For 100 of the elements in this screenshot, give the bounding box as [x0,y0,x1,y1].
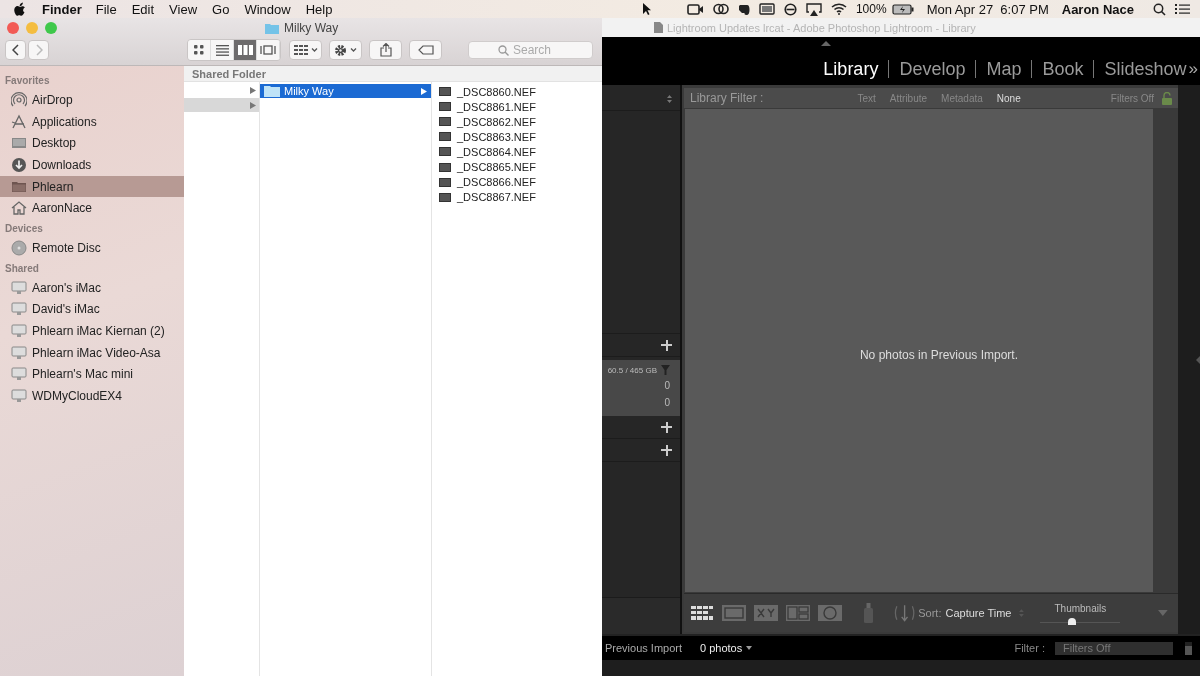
sidebar-item[interactable]: David's iMac [0,298,184,321]
slider-thumb[interactable] [1068,618,1077,625]
count-label: 0 [664,397,670,410]
airdrop-icon [11,91,27,108]
circle-slash-icon[interactable] [783,2,797,16]
sort-dropdown[interactable]: Capture Time [945,607,1012,619]
sidebar-label: Phlearn [32,179,74,194]
file-row[interactable]: _DSC8866.NEF [432,174,602,190]
file-name: _DSC8865.NEF [457,161,536,173]
module-tab[interactable]: Book [1031,60,1094,78]
disclosure-triangle-icon [421,87,427,95]
module-tab[interactable]: Map [975,60,1032,78]
image-file-icon [439,117,451,127]
menu-item[interactable]: Edit [131,1,155,17]
column-view-button[interactable] [234,40,257,60]
menu-item[interactable]: Help [305,1,333,17]
sidebar-item[interactable]: Desktop [0,132,184,155]
sidebar-item[interactable]: Downloads [0,154,184,176]
sidebar-label: Phlearn iMac Video-Asa [32,345,161,360]
list-icon [215,44,229,56]
caret-icon[interactable] [746,646,753,650]
file-row[interactable]: _DSC8867.NEF [432,189,602,205]
disk-usage: 60.5 / 465 GB [607,365,657,375]
image-file-icon [439,192,451,202]
video-camera-icon[interactable] [686,3,704,15]
sidebar-heading: Devices [4,222,44,237]
sidebar-item[interactable]: Applications [0,110,184,133]
sidebar-item[interactable]: AirDrop [0,89,184,111]
search-icon[interactable] [1153,2,1166,16]
share-button[interactable] [369,40,402,60]
module-tab[interactable]: Develop [888,60,976,78]
sort-order-icon[interactable] [893,604,917,622]
menu-item[interactable]: Window [244,1,291,17]
sidebar-item[interactable]: Remote Disc [0,237,184,259]
sidebar-label: Desktop [32,136,77,151]
sidebar-item[interactable]: Phlearn iMac Video-Asa [0,341,184,364]
file-name: _DSC8861.NEF [457,100,536,113]
cover-flow-button[interactable] [257,40,280,60]
airplay-icon[interactable] [805,2,822,16]
photo-count-dropdown[interactable]: 0 photos [700,642,743,654]
folder-row[interactable]: Milky Way [260,84,431,98]
applications-icon [11,113,27,130]
survey-icon [787,606,809,620]
list-view-button[interactable] [211,40,234,60]
file-row[interactable]: _DSC8861.NEF [432,99,602,115]
sidebar-item[interactable]: Aaron's iMac [0,276,184,299]
cover-flow-icon [260,45,276,55]
wifi-icon[interactable] [830,3,847,15]
search-field[interactable]: Search [468,41,593,59]
arrange-button[interactable] [289,40,322,60]
menu-clock[interactable]: Mon Apr 27 6:07 PM [926,1,1049,17]
grid-icon [691,606,713,620]
back-button[interactable] [5,40,26,60]
folder-name: Milky Way [284,85,335,97]
menu-item[interactable]: View [169,1,198,17]
panel-icon[interactable] [1185,641,1192,655]
forward-icon [34,44,43,56]
gear-icon [333,43,358,57]
window-icon[interactable] [758,3,775,15]
file-row[interactable]: _DSC8860.NEF [432,84,602,100]
close-button[interactable] [7,22,19,34]
menu-item[interactable]: Go [212,1,230,17]
image-file-icon [439,177,451,187]
thumbnails-label: Thumbnails [1054,603,1107,614]
sidebar-item[interactable]: Phlearn's Mac mini [0,363,184,386]
file-name: _DSC8862.NEF [457,115,536,128]
sort-arrows-icon[interactable] [667,95,672,103]
file-row[interactable]: _DSC8862.NEF [432,114,602,130]
user-name[interactable]: Aaron Nace [1061,1,1134,17]
collapse-arrow-icon[interactable] [821,41,831,46]
list-icon[interactable] [1175,3,1190,15]
module-tab[interactable]: Library [813,60,889,78]
apple-icon[interactable] [14,2,26,16]
document-icon [654,22,663,33]
action-button[interactable] [329,40,362,60]
grid-view-button[interactable] [690,605,714,621]
back-icon [11,44,20,56]
rings-icon[interactable] [712,3,729,15]
menu-item[interactable]: Finder [42,1,82,17]
tag-button[interactable] [409,40,442,60]
sidebar-item[interactable]: WDMyCloudEX4 [0,385,184,407]
battery-icon[interactable] [891,3,914,15]
sidebar-label: Aaron's iMac [32,280,101,295]
icon-view-button[interactable] [188,40,211,60]
filter-tab[interactable]: None [996,92,1021,104]
menu-item[interactable]: File [95,1,117,17]
filmstrip-source[interactable]: Previous Import [605,642,683,654]
sidebar-item[interactable]: AaronNace [0,197,184,220]
file-row[interactable]: _DSC8865.NEF [432,159,602,175]
sidebar-item[interactable]: Phlearn [0,175,184,198]
file-row[interactable]: _DSC8863.NEF [432,129,602,145]
window-title: Milky Way [284,21,339,35]
more-modules-button[interactable]: » [1188,59,1200,79]
pointer-cursor-icon [642,3,651,15]
tag-icon [417,45,434,55]
sidebar-item[interactable]: Phlearn iMac Kiernan (2) [0,320,184,342]
sidebar-label: WDMyCloudEX4 [32,389,123,404]
sidebar-label: AirDrop [32,92,73,107]
image-file-icon [439,147,451,157]
file-row[interactable]: _DSC8864.NEF [432,144,602,160]
